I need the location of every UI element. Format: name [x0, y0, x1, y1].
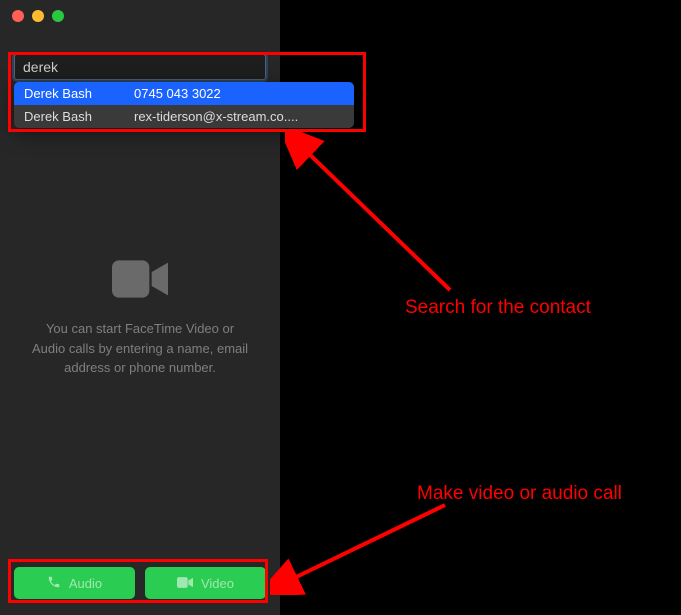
window-controls [0, 0, 280, 32]
search-results-dropdown: Derek Bash 0745 043 3022 Derek Bash rex-… [14, 82, 354, 128]
facetime-window: Derek Bash 0745 043 3022 Derek Bash rex-… [0, 0, 681, 615]
video-camera-icon [177, 576, 193, 591]
audio-button-label: Audio [69, 576, 102, 591]
search-input[interactable] [14, 54, 266, 80]
sidebar: Derek Bash 0745 043 3022 Derek Bash rex-… [0, 0, 280, 615]
search-result-row[interactable]: Derek Bash 0745 043 3022 [14, 82, 354, 105]
close-icon[interactable] [12, 10, 24, 22]
empty-state: You can start FaceTime Video or Audio ca… [0, 130, 280, 507]
result-detail: rex-tiderson@x-stream.co.... [134, 109, 344, 124]
search-wrap: Derek Bash 0745 043 3022 Derek Bash rex-… [0, 32, 280, 80]
video-call-button[interactable]: Video [145, 567, 266, 599]
video-camera-icon [112, 259, 168, 299]
audio-call-button[interactable]: Audio [14, 567, 135, 599]
call-buttons-row: Audio Video [0, 567, 280, 615]
minimize-icon[interactable] [32, 10, 44, 22]
result-name: Derek Bash [24, 109, 134, 124]
maximize-icon[interactable] [52, 10, 64, 22]
empty-state-text: You can start FaceTime Video or Audio ca… [28, 319, 252, 378]
result-name: Derek Bash [24, 86, 134, 101]
search-result-row[interactable]: Derek Bash rex-tiderson@x-stream.co.... [14, 105, 354, 128]
phone-icon [47, 575, 61, 592]
video-button-label: Video [201, 576, 234, 591]
result-detail: 0745 043 3022 [134, 86, 344, 101]
